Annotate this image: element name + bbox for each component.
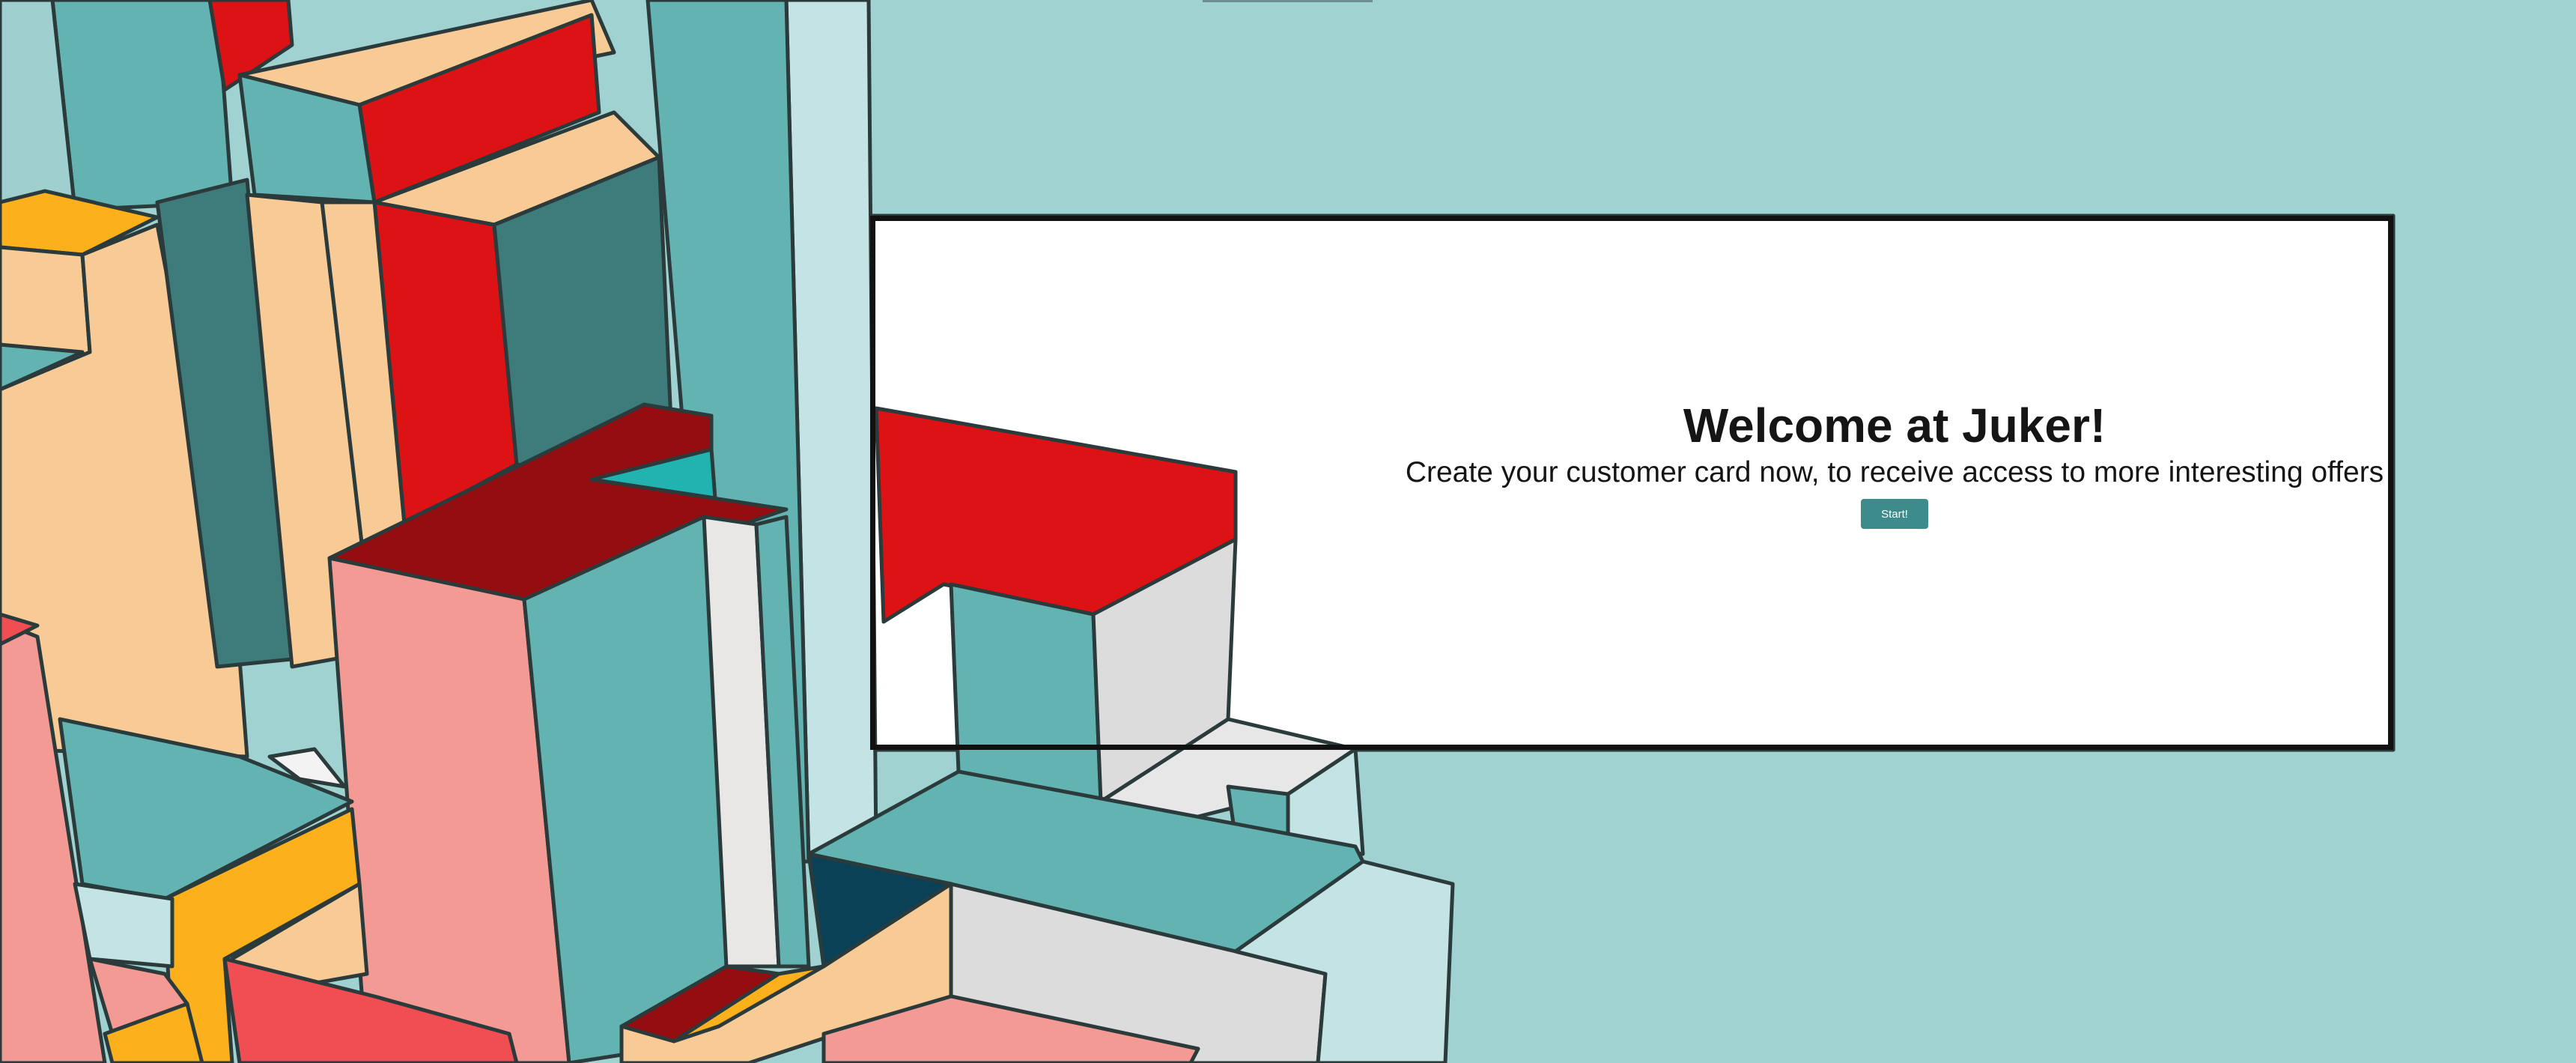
start-button[interactable]: Start! [1861, 499, 1928, 529]
building-back-teal [50, 0, 234, 212]
landing-page: Welcome at Juker! Create your customer c… [0, 0, 2576, 1063]
welcome-content: Welcome at Juker! Create your customer c… [1363, 399, 2426, 529]
top-indicator-bar [1203, 0, 1373, 2]
block-teal-bottom-left [73, 882, 174, 969]
welcome-title: Welcome at Juker! [1683, 399, 2106, 452]
welcome-subtitle: Create your customer card now, to receiv… [1405, 456, 2384, 488]
